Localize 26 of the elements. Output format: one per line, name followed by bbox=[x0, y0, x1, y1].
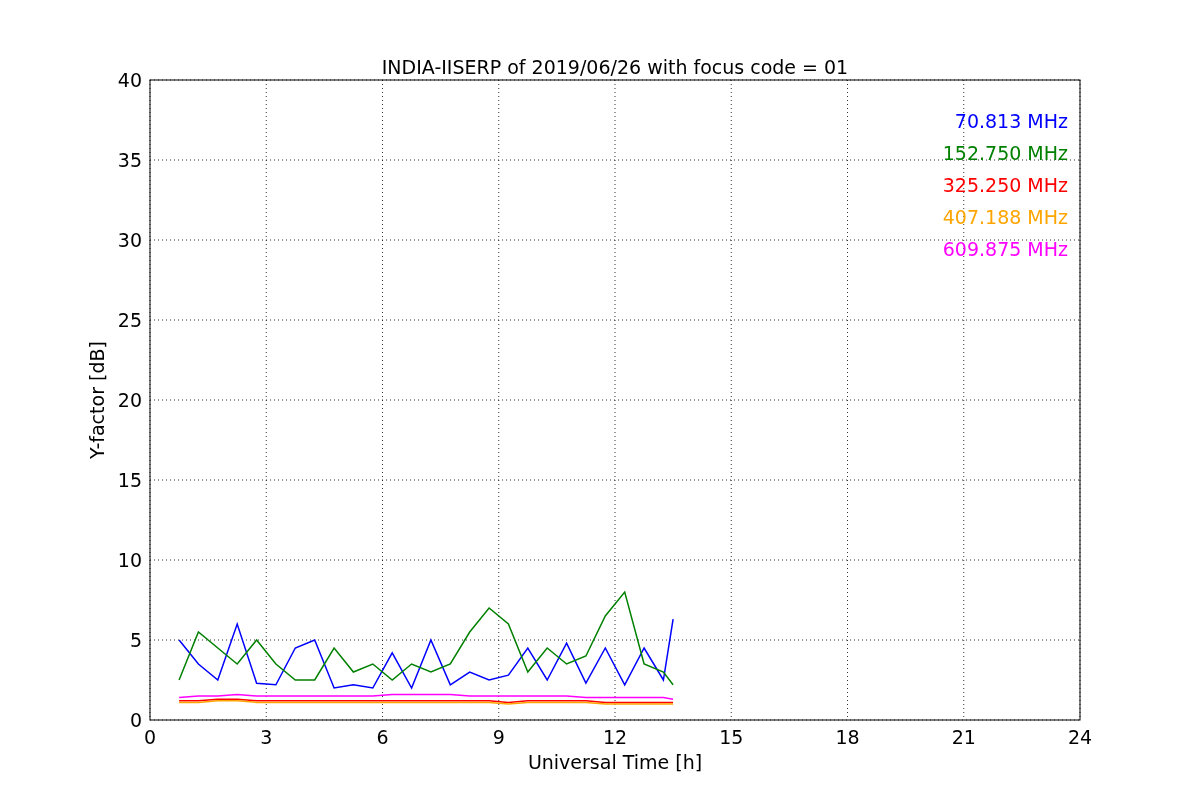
y-tick-label: 15 bbox=[117, 469, 142, 491]
chart-title: INDIA-IISERP of 2019/06/26 with focus code = 01 bbox=[381, 56, 849, 78]
y-tick-label: 35 bbox=[117, 149, 142, 171]
legend-label: 152.750 MHz bbox=[942, 142, 1068, 164]
x-tick-label: 21 bbox=[951, 726, 976, 748]
y-tick-label: 10 bbox=[117, 549, 142, 571]
y-tick-label: 5 bbox=[129, 629, 142, 651]
legend-label: 70.813 MHz bbox=[954, 110, 1068, 132]
y-tick-label: 30 bbox=[117, 229, 142, 251]
x-tick-label: 18 bbox=[835, 726, 860, 748]
legend-label: 407.188 MHz bbox=[942, 206, 1068, 228]
x-tick-label: 12 bbox=[602, 726, 628, 748]
x-axis-label: Universal Time [h] bbox=[527, 751, 703, 773]
y-axis-label: Y-factor [dB] bbox=[86, 341, 108, 459]
y-tick-label: 25 bbox=[117, 309, 142, 331]
x-tick-label: 3 bbox=[260, 726, 273, 748]
x-tick-label: 0 bbox=[143, 726, 157, 748]
x-tick-label: 15 bbox=[719, 726, 744, 748]
y-tick-label: 0 bbox=[129, 709, 142, 731]
x-tick-label: 24 bbox=[1067, 726, 1093, 748]
y-tick-label: 40 bbox=[117, 69, 142, 91]
y-tick-label: 20 bbox=[117, 389, 142, 411]
legend-label: 325.250 MHz bbox=[942, 174, 1068, 196]
x-tick-label: 6 bbox=[376, 726, 389, 748]
x-tick-label: 9 bbox=[492, 726, 505, 748]
legend-label: 609.875 MHz bbox=[942, 238, 1068, 260]
